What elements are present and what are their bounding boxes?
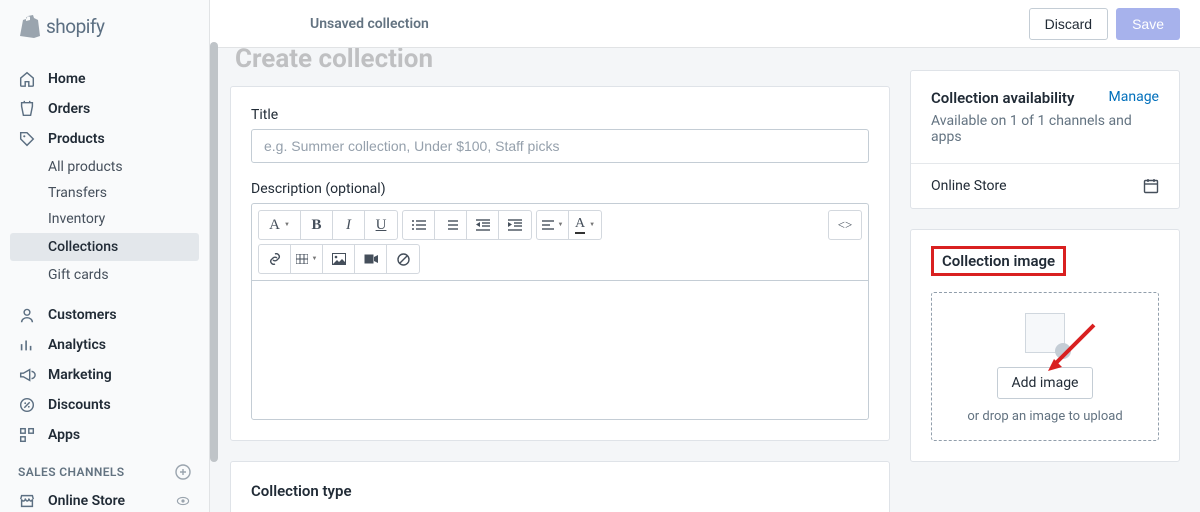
- drop-hint: or drop an image to upload: [942, 409, 1148, 424]
- html-view-button[interactable]: <>: [829, 211, 861, 239]
- bullet-list-button[interactable]: [403, 211, 435, 239]
- align-dropdown[interactable]: [537, 211, 569, 239]
- outdent-button[interactable]: [467, 211, 499, 239]
- store-icon: [18, 492, 36, 510]
- nav-label: Discounts: [48, 397, 111, 413]
- shopify-bag-icon: [18, 14, 40, 38]
- top-bar: Unsaved collection Discard Save: [210, 0, 1200, 48]
- title-description-card: Title Description (optional) A B I U: [230, 86, 890, 441]
- collection-image-card: Collection image Add image or drop an im…: [910, 229, 1180, 462]
- italic-button[interactable]: I: [333, 211, 365, 239]
- primary-nav: Home Orders Products All products Transf…: [0, 52, 209, 512]
- text-color-dropdown[interactable]: A: [569, 211, 601, 239]
- sidebar-sub-inventory[interactable]: Inventory: [0, 206, 209, 232]
- brand-logo[interactable]: shopify: [0, 0, 209, 52]
- page-title: Create collection: [230, 48, 890, 86]
- calendar-icon[interactable]: [1143, 178, 1159, 194]
- underline-button[interactable]: U: [365, 211, 397, 239]
- video-button[interactable]: [355, 245, 387, 273]
- sales-channels-header: SALES CHANNELS: [0, 450, 209, 486]
- nav-label: Orders: [48, 101, 90, 117]
- sidebar-item-orders[interactable]: Orders: [0, 94, 209, 124]
- discard-button[interactable]: Discard: [1029, 8, 1108, 40]
- eye-icon[interactable]: [175, 493, 191, 509]
- link-button[interactable]: [259, 245, 291, 273]
- sidebar-sub-transfers[interactable]: Transfers: [0, 180, 209, 206]
- nav-label: Marketing: [48, 367, 112, 383]
- clear-formatting-button[interactable]: [387, 245, 419, 273]
- sidebar-channel-online-store[interactable]: Online Store: [0, 486, 209, 512]
- upload-image-icon: [1025, 313, 1065, 353]
- description-editor[interactable]: [251, 280, 869, 420]
- nav-label: Online Store: [48, 493, 125, 509]
- sidebar-sub-gift-cards[interactable]: Gift cards: [0, 262, 209, 288]
- add-image-button[interactable]: Add image: [997, 367, 1094, 399]
- discounts-icon: [18, 396, 36, 414]
- sidebar-item-analytics[interactable]: Analytics: [0, 330, 209, 360]
- nav-label: Customers: [48, 307, 117, 323]
- sidebar-scrollbar[interactable]: [210, 42, 218, 462]
- collection-type-title: Collection type: [251, 482, 869, 500]
- main-area: Unsaved collection Discard Save Create c…: [210, 0, 1200, 512]
- availability-card: Collection availability Manage Available…: [910, 70, 1180, 209]
- sidebar-item-customers[interactable]: Customers: [0, 300, 209, 330]
- sidebar-sub-all-products[interactable]: All products: [0, 154, 209, 180]
- products-icon: [18, 130, 36, 148]
- sidebar-item-products[interactable]: Products: [0, 124, 209, 154]
- unsaved-status: Unsaved collection: [310, 16, 429, 32]
- title-label: Title: [251, 107, 869, 123]
- image-upload-dropzone[interactable]: Add image or drop an image to upload: [931, 292, 1159, 441]
- availability-subtext: Available on 1 of 1 channels and apps: [931, 113, 1159, 145]
- analytics-icon: [18, 336, 36, 354]
- sidebar-item-apps[interactable]: Apps: [0, 420, 209, 450]
- font-style-dropdown[interactable]: A: [259, 211, 301, 239]
- apps-icon: [18, 426, 36, 444]
- brand-name: shopify: [46, 15, 105, 38]
- nav-label: Analytics: [48, 337, 106, 353]
- save-button[interactable]: Save: [1116, 8, 1180, 40]
- sidebar-item-discounts[interactable]: Discounts: [0, 390, 209, 420]
- add-channel-icon[interactable]: [175, 464, 191, 480]
- sidebar: shopify Home Orders Products All product…: [0, 0, 210, 512]
- channel-row-online-store: Online Store: [911, 163, 1179, 208]
- sidebar-item-marketing[interactable]: Marketing: [0, 360, 209, 390]
- description-label: Description (optional): [251, 181, 869, 197]
- indent-button[interactable]: [499, 211, 531, 239]
- sidebar-item-home[interactable]: Home: [0, 64, 209, 94]
- collection-type-card: Collection type Manual Add products to t…: [230, 461, 890, 512]
- nav-label: Home: [48, 71, 86, 87]
- richtext-toolbar: A B I U A: [251, 203, 869, 280]
- sidebar-sub-collections[interactable]: Collections: [10, 233, 199, 261]
- image-button[interactable]: [323, 245, 355, 273]
- annotation-highlight: Collection image: [931, 246, 1066, 276]
- table-dropdown[interactable]: [291, 245, 323, 273]
- availability-title: Collection availability: [931, 89, 1074, 107]
- customers-icon: [18, 306, 36, 324]
- nav-label: Apps: [48, 427, 80, 443]
- home-icon: [18, 70, 36, 88]
- bold-button[interactable]: B: [301, 211, 333, 239]
- collection-image-title: Collection image: [942, 252, 1055, 270]
- numbered-list-button[interactable]: [435, 211, 467, 239]
- marketing-icon: [18, 366, 36, 384]
- nav-label: Products: [48, 131, 105, 147]
- orders-icon: [18, 100, 36, 118]
- manage-link[interactable]: Manage: [1109, 89, 1159, 105]
- title-input[interactable]: [251, 129, 869, 163]
